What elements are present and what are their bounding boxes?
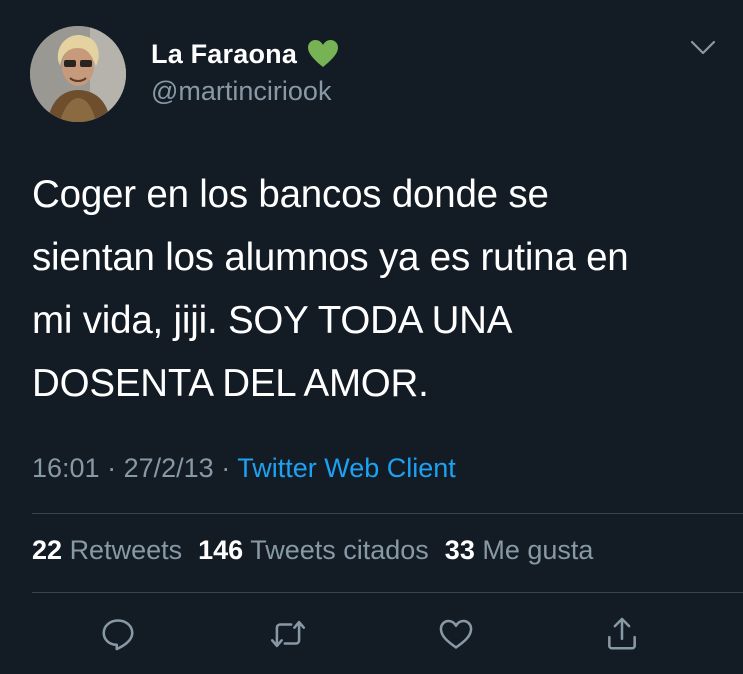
retweets-stat[interactable]: 22 Retweets xyxy=(32,535,182,565)
tweet-stats: 22 Retweets 146 Tweets citados 33 Me gusta xyxy=(32,535,593,566)
likes-count: 33 xyxy=(444,535,475,565)
share-button[interactable] xyxy=(600,612,644,656)
likes-label: Me gusta xyxy=(482,535,594,565)
like-button[interactable] xyxy=(434,612,478,656)
divider xyxy=(32,513,743,514)
avatar-image xyxy=(30,26,126,122)
meta-separator: · xyxy=(221,453,231,483)
display-name[interactable]: La Faraona xyxy=(151,39,297,70)
tweet-meta: 16:01 · 27/2/13 · Twitter Web Client xyxy=(32,453,456,484)
meta-separator: · xyxy=(107,453,117,483)
tweet-time[interactable]: 16:01 xyxy=(32,453,100,483)
likes-stat[interactable]: 33 Me gusta xyxy=(445,535,594,565)
share-icon xyxy=(608,617,636,650)
tweet-card: La Faraona @martinciriook Coger en los b… xyxy=(0,0,743,674)
display-name-row: La Faraona xyxy=(151,36,339,72)
tweet-date[interactable]: 27/2/13 xyxy=(124,453,214,483)
retweet-icon xyxy=(270,620,306,648)
quotes-stat[interactable]: 146 Tweets citados xyxy=(198,535,429,565)
like-icon xyxy=(439,619,473,649)
avatar[interactable] xyxy=(30,26,126,122)
divider xyxy=(32,592,743,593)
chevron-down-icon[interactable] xyxy=(690,40,716,56)
retweets-count: 22 xyxy=(32,535,63,565)
quotes-label: Tweets citados xyxy=(250,535,429,565)
retweet-button[interactable] xyxy=(266,612,310,656)
user-handle[interactable]: @martinciriook xyxy=(151,76,339,107)
tweet-header: La Faraona @martinciriook xyxy=(30,26,720,122)
tweet-actions xyxy=(0,612,743,656)
green-heart-icon xyxy=(307,39,339,69)
quotes-count: 146 xyxy=(198,535,244,565)
retweets-label: Retweets xyxy=(69,535,183,565)
user-names: La Faraona @martinciriook xyxy=(151,36,339,107)
reply-icon xyxy=(102,619,134,651)
tweet-text: Coger en los bancos donde se sientan los… xyxy=(32,173,629,405)
reply-button[interactable] xyxy=(96,612,140,656)
tweet-client-link[interactable]: Twitter Web Client xyxy=(237,453,456,483)
